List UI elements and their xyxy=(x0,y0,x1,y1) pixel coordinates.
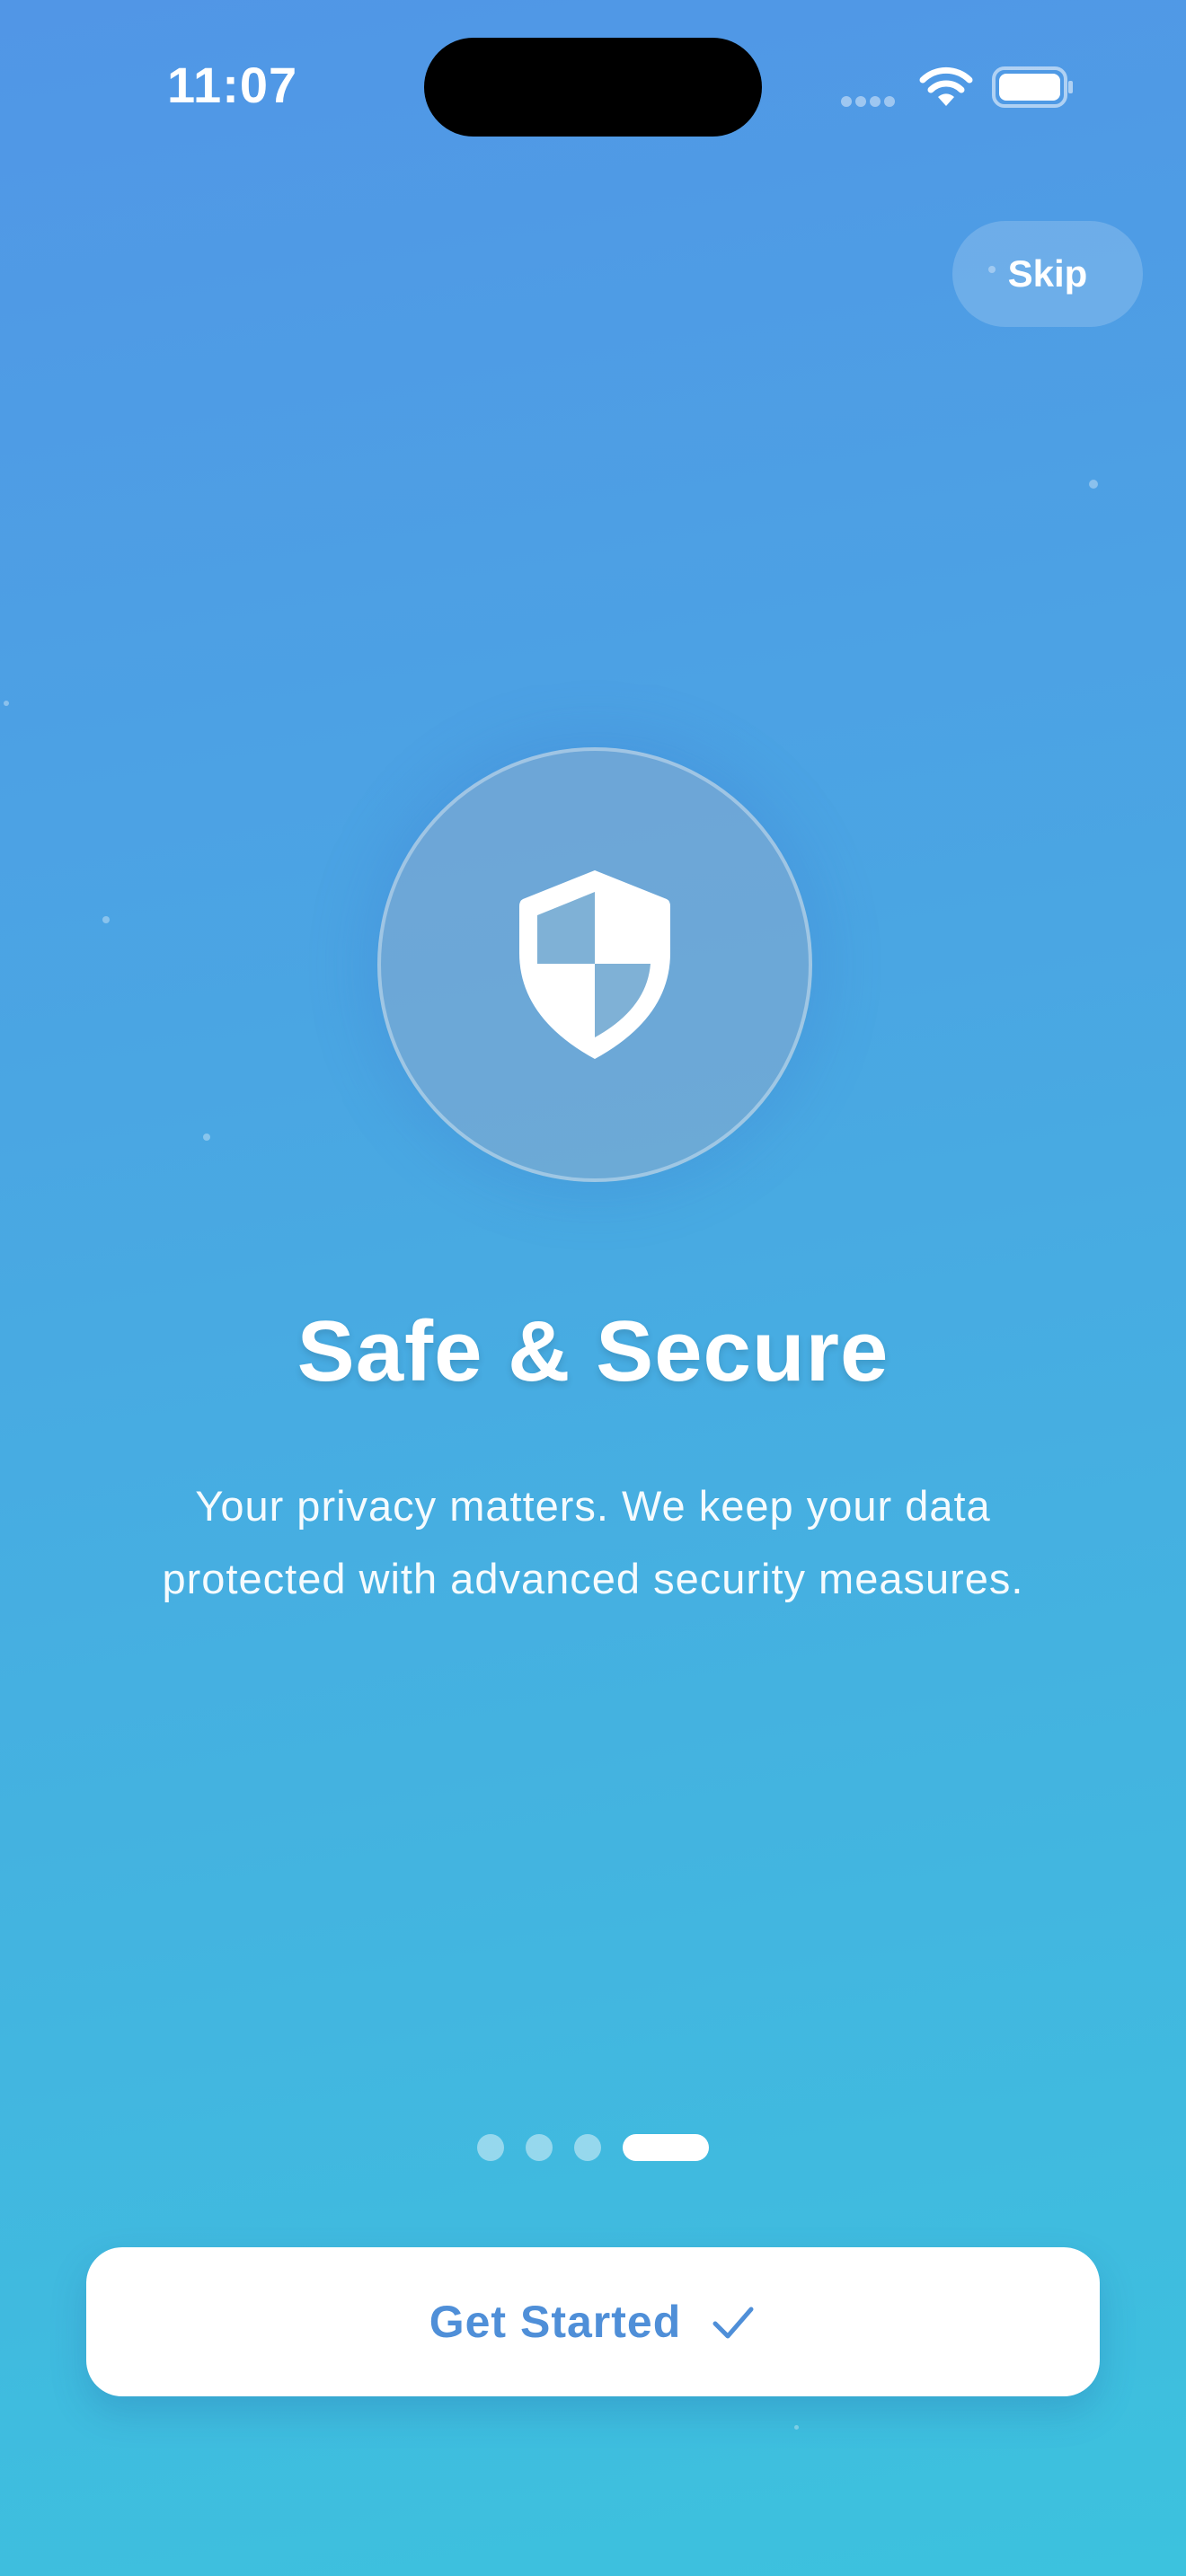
checkmark-icon xyxy=(712,2307,754,2339)
page-dot-1[interactable] xyxy=(477,2134,504,2161)
page-dot-3[interactable] xyxy=(574,2134,601,2161)
skip-button[interactable]: Skip xyxy=(952,221,1143,327)
shield-icon xyxy=(519,870,670,1059)
onboarding-title: Safe & Secure xyxy=(296,1303,890,1399)
page-indicator xyxy=(0,2134,1186,2161)
decorative-dot xyxy=(203,1134,210,1141)
cellular-signal-icon xyxy=(841,95,904,107)
get-started-label: Get Started xyxy=(429,2297,682,2347)
status-time: 11:07 xyxy=(167,57,298,113)
decorative-dot xyxy=(4,701,9,706)
page-dot-2[interactable] xyxy=(526,2134,553,2161)
dynamic-island xyxy=(424,38,762,137)
decorative-dot xyxy=(1089,480,1098,489)
status-bar: 11:07 xyxy=(0,0,1186,180)
onboarding-description: Your privacy matters. We keep your data … xyxy=(162,1482,1024,1602)
get-started-button[interactable]: Get Started xyxy=(86,2247,1100,2396)
wifi-icon xyxy=(919,66,973,106)
decorative-dot xyxy=(794,2425,799,2430)
decorative-dot xyxy=(102,916,110,923)
battery-icon xyxy=(992,66,1073,108)
hero-icon-circle xyxy=(377,747,812,1182)
page-dot-4-active[interactable] xyxy=(623,2134,709,2161)
onboarding-screen: 11:07 Skip Safe & Secure Your privacy ma… xyxy=(0,0,1186,2576)
